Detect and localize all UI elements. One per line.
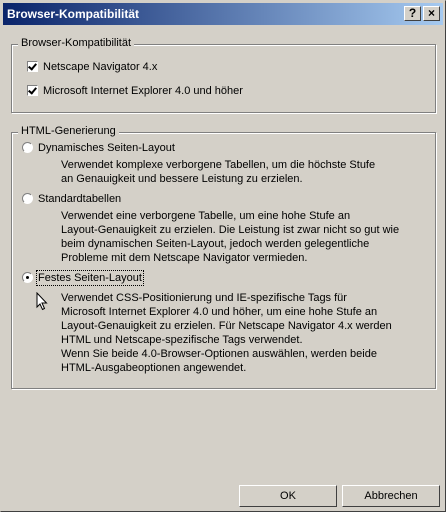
cancel-button[interactable]: Abbrechen — [342, 485, 440, 507]
html-generation-legend: HTML-Generierung — [18, 125, 119, 137]
browser-compat-group: Browser-Kompatibilität Netscape Navigato… — [11, 37, 436, 113]
dynamic-layout-description: Verwendet komplexe verborgene Tabellen, … — [61, 159, 376, 185]
dynamic-layout-label: Dynamisches Seiten-Layout — [38, 142, 175, 154]
radio-dynamic-icon[interactable] — [22, 142, 33, 153]
window-title: Browser-Kompatibilität — [7, 7, 140, 21]
close-button[interactable]: × — [423, 6, 440, 21]
fixed-layout-description: Verwendet CSS-Positionierung und IE-spez… — [61, 292, 392, 374]
dialog-window: Browser-Kompatibilität ? × Browser-Kompa… — [0, 0, 446, 512]
ok-button[interactable]: OK — [239, 485, 337, 507]
netscape-checkbox[interactable]: Netscape Navigator 4.x — [27, 61, 157, 73]
radio-standard-icon[interactable] — [22, 193, 33, 204]
netscape-check-icon[interactable] — [27, 61, 38, 72]
fixed-layout-label: Festes Seiten-Layout — [36, 270, 144, 286]
radio-fixed-icon[interactable] — [22, 272, 33, 283]
mouse-cursor-icon — [36, 292, 48, 311]
ie-check-icon[interactable] — [27, 85, 38, 96]
ie-checkbox[interactable]: Microsoft Internet Explorer 4.0 und höhe… — [27, 85, 243, 97]
netscape-label: Netscape Navigator 4.x — [43, 61, 158, 73]
browser-compat-legend: Browser-Kompatibilität — [18, 37, 135, 49]
standard-tables-description: Verwendet eine verborgene Tabelle, um ei… — [61, 210, 400, 264]
ie-label: Microsoft Internet Explorer 4.0 und höhe… — [43, 85, 243, 97]
standard-tables-label: Standardtabellen — [38, 193, 122, 205]
html-generation-group: HTML-Generierung Dynamisches Seiten-Layo… — [11, 125, 436, 389]
radio-dynamic-layout[interactable]: Dynamisches Seiten-Layout — [22, 142, 175, 154]
radio-fixed-layout[interactable]: Festes Seiten-Layout — [22, 270, 144, 286]
help-button[interactable]: ? — [404, 6, 421, 21]
radio-standard-tables[interactable]: Standardtabellen — [22, 193, 121, 205]
title-bar: Browser-Kompatibilität ? × — [3, 3, 443, 25]
